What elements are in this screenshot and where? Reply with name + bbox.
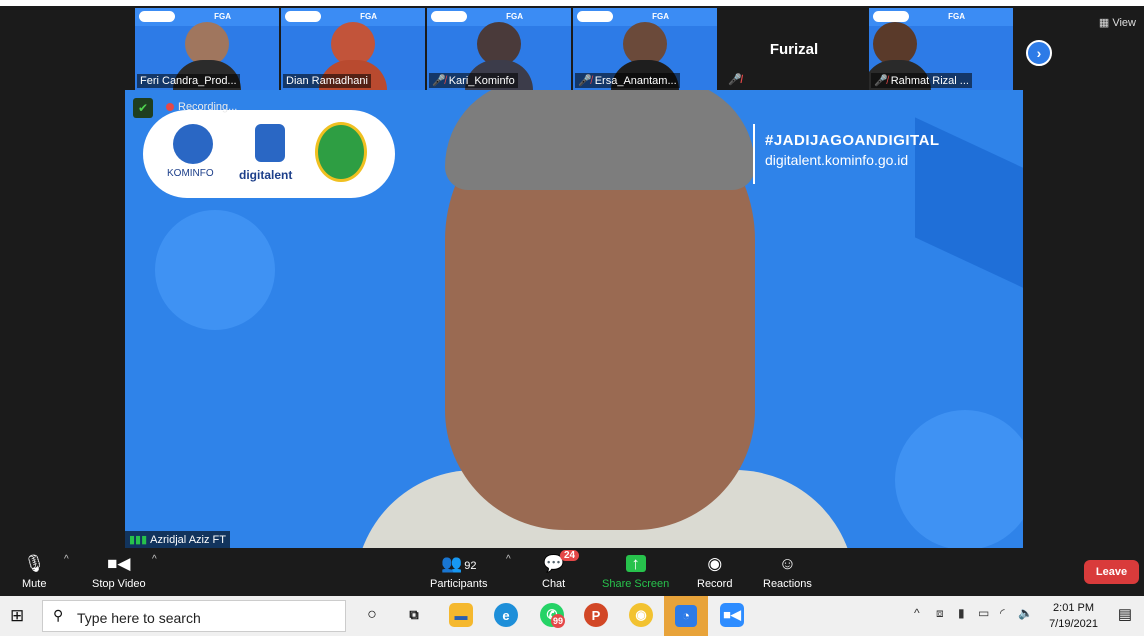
stop-video-button[interactable]: ■◀ Stop Video — [92, 554, 146, 590]
participant-name-row: 🎤̸ Ersa_Anantam... — [575, 73, 680, 88]
participant-tile-4[interactable]: FGA 🎤̸ Ersa_Anantam... — [573, 8, 717, 90]
digitalent-logo-text: digitalent — [239, 168, 293, 182]
edge-browser-icon[interactable]: e — [494, 603, 518, 627]
reactions-button[interactable]: ☺ Reactions — [763, 554, 812, 590]
powerpoint-icon[interactable]: P — [584, 603, 608, 627]
mic-muted-icon: 🎤̸ — [728, 74, 742, 86]
kominfo-logo — [173, 124, 213, 164]
chrome-icon[interactable]: ◉ — [629, 603, 653, 627]
security-shield-icon[interactable]: ✔ — [133, 98, 153, 118]
microphone-icon: 🎙 — [23, 554, 46, 573]
active-app-highlight[interactable]: ◔ — [664, 596, 708, 636]
audio-options-caret[interactable]: ^ — [64, 554, 69, 565]
meet-now-icon[interactable]: ⧈ — [936, 606, 944, 621]
participant-tile-name-only[interactable]: Furizal 🎤̸ — [722, 8, 866, 90]
search-icon: ⚲ — [53, 607, 64, 623]
event-logo — [431, 11, 467, 22]
active-speaker-video: KOMINFO digitalent #JADIJAGOANDIGITAL di… — [125, 90, 1023, 548]
grid-icon: ▦ — [1098, 17, 1110, 29]
participants-button[interactable]: 👥 92 Participants — [430, 554, 487, 590]
university-seal-logo — [315, 122, 367, 182]
clock-time: 2:01 PM — [1053, 602, 1095, 614]
windows-start-icon[interactable]: ⊞ — [10, 606, 24, 626]
windows-taskbar: ⊞ ⚲ Type here to search ○ ⧉ ▬ e ✆ 99 P ◉… — [0, 596, 1144, 636]
website-url-text: digitalent.kominfo.go.id — [765, 152, 909, 168]
event-logo — [139, 11, 175, 22]
event-logo — [577, 11, 613, 22]
notification-center-icon[interactable]: ▤ — [1118, 605, 1132, 623]
leave-button[interactable]: Leave — [1084, 560, 1139, 584]
share-screen-button[interactable]: ↑ Share Screen — [602, 554, 669, 590]
chevron-right-icon: › — [1036, 45, 1042, 61]
recording-indicator[interactable]: Recording... — [166, 101, 237, 113]
participant-name: Furizal — [769, 40, 819, 58]
signal-strength-icon: ▮▮▮ — [129, 534, 148, 546]
participants-icon: 👥 — [441, 554, 463, 573]
mute-button[interactable]: 🎙 Mute — [22, 554, 46, 590]
volume-icon[interactable]: 🔈 — [1018, 606, 1033, 620]
search-placeholder: Type here to search — [77, 610, 201, 626]
zoom-app-icon[interactable]: ■◀ — [720, 603, 744, 627]
record-dot-icon — [166, 103, 174, 112]
task-view-icon[interactable]: ⧉ — [402, 603, 426, 627]
hashtag-text: #JADIJAGOANDIGITAL — [765, 132, 940, 149]
digitalent-logo — [255, 124, 285, 162]
system-clock[interactable]: 2:01 PM 7/19/2021 — [1049, 600, 1098, 632]
participant-name: Feri Candra_Prod... — [137, 74, 240, 88]
fga-label: FGA — [948, 12, 965, 21]
record-icon: ◉ — [707, 554, 723, 573]
chat-unread-badge: 24 — [560, 550, 580, 561]
video-options-caret[interactable]: ^ — [152, 554, 157, 565]
speaker-hair — [445, 90, 755, 190]
clock-date: 7/19/2021 — [1049, 618, 1098, 630]
participants-options-caret[interactable]: ^ — [506, 554, 511, 565]
event-logo — [873, 11, 909, 22]
participants-count: 92 — [464, 560, 477, 572]
whatsapp-badge: 99 — [551, 614, 565, 628]
zoom-meeting-icon: ◔ — [675, 605, 697, 627]
participant-name-row: 🎤̸ Kari_Kominfo — [429, 73, 518, 88]
view-button[interactable]: ▦ View — [1099, 16, 1136, 29]
fga-label: FGA — [506, 12, 523, 21]
participant-name: Rahmat Rizal ... — [890, 75, 969, 87]
show-hidden-icons-chevron[interactable]: ^ — [914, 606, 920, 620]
participant-name: Ersa_Anantam... — [594, 75, 677, 87]
participant-tile-5[interactable]: FGA 🎤̸ Rahmat Rizal ... — [869, 8, 1013, 90]
wifi-icon[interactable]: ◜ — [1000, 606, 1005, 620]
video-camera-icon: ■◀ — [107, 554, 131, 573]
gallery-strip: FGA Feri Candra_Prod... FGA Dian Ramadha… — [0, 6, 1144, 90]
fga-label: FGA — [360, 12, 377, 21]
record-button[interactable]: ◉ Record — [697, 554, 732, 590]
event-logo — [285, 11, 321, 22]
fga-label: FGA — [214, 12, 231, 21]
file-explorer-icon[interactable]: ▬ — [449, 603, 473, 627]
battery-icon[interactable]: ▭ — [978, 606, 989, 620]
mic-muted-icon: 🎤̸ — [578, 75, 592, 87]
cortana-icon[interactable]: ○ — [360, 603, 384, 627]
kominfo-logo-text: KOMINFO — [167, 168, 214, 179]
share-screen-icon: ↑ — [625, 555, 646, 572]
mic-muted-icon: 🎤̸ — [874, 75, 888, 87]
participant-name-row: 🎤̸ Rahmat Rizal ... — [871, 73, 972, 88]
participant-name: Dian Ramadhani — [283, 74, 371, 88]
participant-tile-3[interactable]: FGA 🎤̸ Kari_Kominfo — [427, 8, 571, 90]
banner-divider — [753, 124, 755, 184]
next-page-button[interactable]: › — [1026, 40, 1052, 66]
participant-name: Kari_Kominfo — [448, 75, 515, 87]
smiley-add-icon: ☺ — [778, 554, 797, 573]
fga-label: FGA — [652, 12, 669, 21]
participant-tile-2[interactable]: FGA Dian Ramadhani — [281, 8, 425, 90]
microphone-tray-icon[interactable]: ▮ — [958, 606, 965, 620]
mic-muted-icon: 🎤̸ — [432, 75, 446, 87]
taskbar-search-box[interactable]: ⚲ Type here to search — [42, 600, 346, 632]
sponsor-logo-banner: KOMINFO digitalent — [143, 110, 395, 198]
speaker-name-label: ▮▮▮ Azridjal Aziz FT — [125, 531, 230, 548]
participant-tile-1[interactable]: FGA Feri Candra_Prod... — [135, 8, 279, 90]
